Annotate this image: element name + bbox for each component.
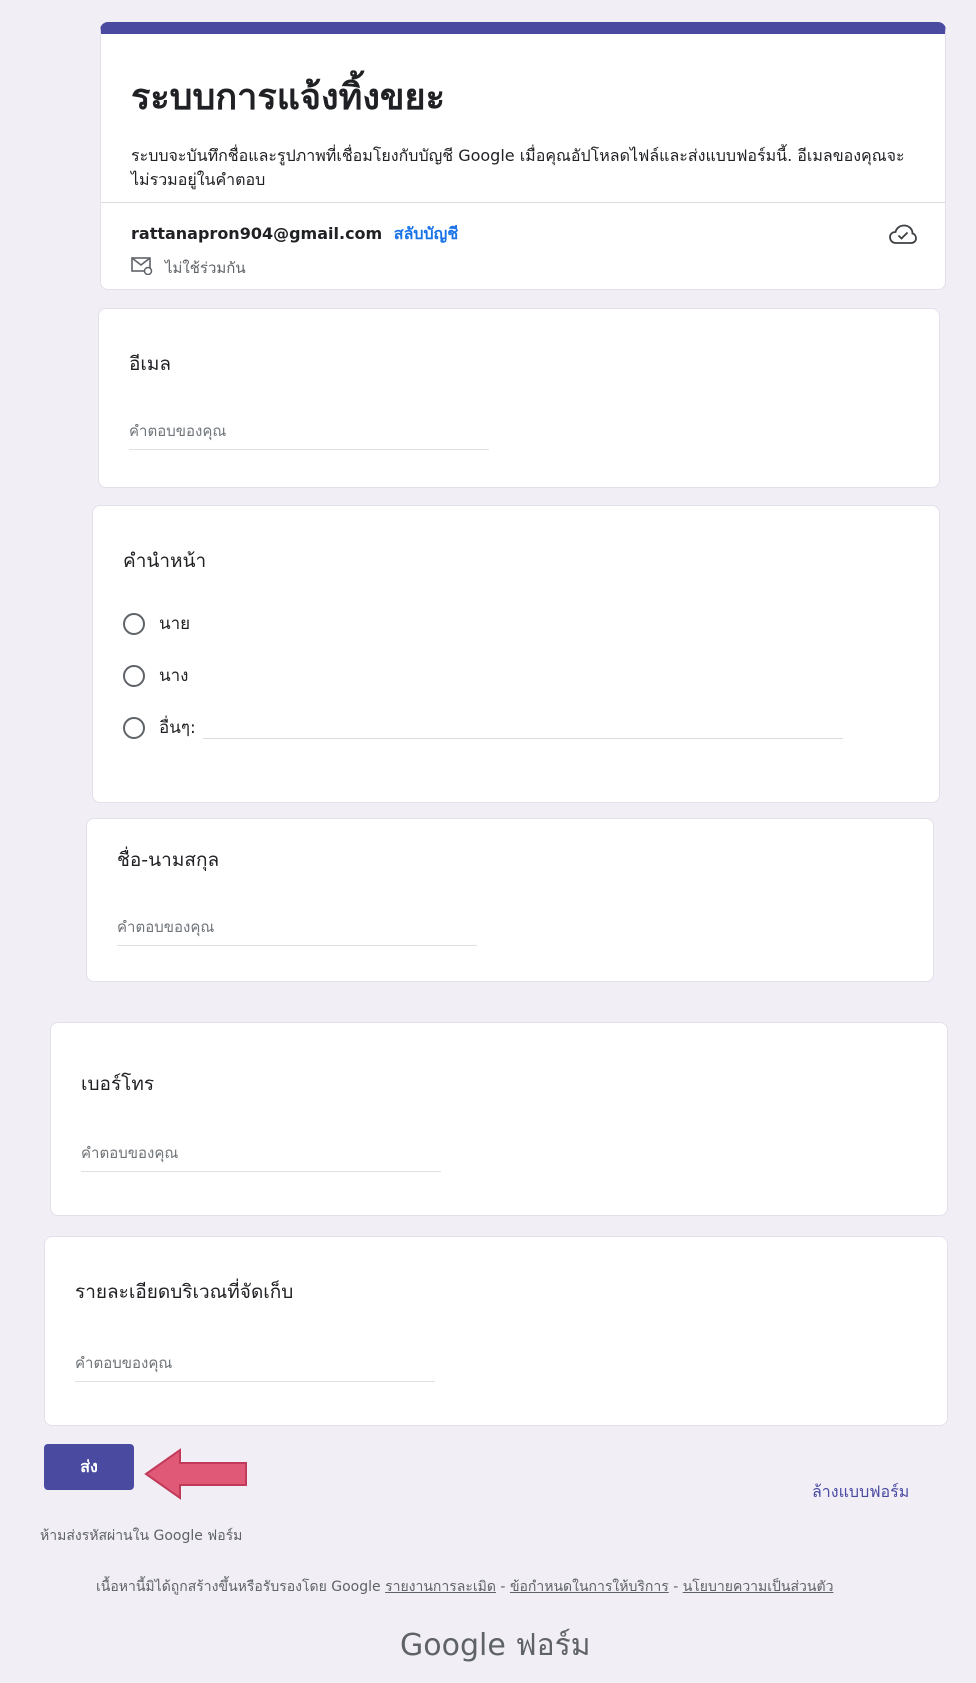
question-email-title: อีเมล [129, 353, 172, 375]
switch-account-link[interactable]: สลับบัญชี [394, 224, 458, 243]
disclaimer-text: เนื้อหานี้มิได้ถูกสร้างขึ้นหรือรับรองโดย… [96, 1579, 381, 1595]
not-shared-label: ไม่ใช้ร่วมกัน [165, 259, 246, 277]
footer-disclaimer: เนื้อหานี้มิได้ถูกสร้างขึ้นหรือรับรองโดย… [96, 1576, 833, 1598]
radio-option-mr[interactable]: นาย [123, 610, 190, 637]
email-input[interactable]: คำตอบของคุณ [129, 419, 226, 443]
radio-button[interactable] [123, 716, 145, 739]
question-fullname-title: ชื่อ-นามสกุล [117, 849, 220, 871]
phone-input[interactable]: คำตอบของคุณ [81, 1141, 178, 1165]
no-password-notice: ห้ามส่งรหัสผ่านใน Google ฟอร์ม [40, 1528, 243, 1544]
phone-input-underline [81, 1171, 441, 1172]
clear-form-link[interactable]: ล้างแบบฟอร์ม [812, 1480, 909, 1505]
form-title: ระบบการแจ้งทิ้งขยะ [131, 77, 445, 118]
question-phone-title: เบอร์โทร [81, 1073, 155, 1095]
question-email-card: อีเมล คำตอบของคุณ [98, 308, 940, 488]
other-text-input[interactable] [203, 738, 843, 739]
footer-separator: - [668, 1579, 683, 1595]
question-phone-card: เบอร์โทร คำตอบของคุณ [50, 1022, 948, 1216]
question-location-card: รายละเอียดบริเวณที่จัดเก็บ คำตอบของคุณ [44, 1236, 948, 1426]
account-row: rattanapron904@gmail.com สลับบัญชี [131, 222, 458, 247]
cloud-saved-icon [889, 224, 917, 250]
radio-option-mrs[interactable]: นาง [123, 662, 188, 689]
radio-option-label: นาย [159, 614, 191, 634]
email-input-underline [129, 449, 489, 450]
radio-button[interactable] [123, 664, 145, 687]
header-divider [101, 202, 945, 203]
form-description: ระบบจะบันทึกชื่อและรูปภาพที่เชื่อมโยงกับ… [131, 146, 905, 189]
fullname-input-underline [117, 945, 477, 946]
radio-option-other[interactable]: อื่นๆ: [123, 714, 196, 741]
question-prefix-card: คำนำหน้า นาย นาง อื่นๆ: [92, 505, 940, 803]
not-shared-row: ไม่ใช้ร่วมกัน [131, 256, 246, 280]
location-input[interactable]: คำตอบของคุณ [75, 1351, 172, 1375]
footer-separator: - [495, 1579, 510, 1595]
question-fullname-card: ชื่อ-นามสกุล คำตอบของคุณ [86, 818, 934, 982]
submit-button[interactable]: ส่ง [44, 1444, 134, 1490]
fullname-input[interactable]: คำตอบของคุณ [117, 915, 214, 939]
privacy-link[interactable]: นโยบายความเป็นส่วนตัว [683, 1579, 834, 1595]
location-input-underline [75, 1381, 435, 1382]
mail-not-shared-icon [131, 257, 153, 279]
arrow-pointer-icon [142, 1446, 252, 1506]
question-prefix-title: คำนำหน้า [123, 550, 207, 572]
google-forms-logo: Google ฟอร์ม [400, 1628, 591, 1663]
report-abuse-link[interactable]: รายงานการละเมิด [385, 1579, 496, 1595]
radio-button[interactable] [123, 612, 145, 635]
question-location-title: รายละเอียดบริเวณที่จัดเก็บ [75, 1281, 294, 1303]
terms-link[interactable]: ข้อกำหนดในการให้บริการ [510, 1579, 669, 1595]
account-email: rattanapron904@gmail.com [131, 224, 383, 243]
radio-option-label: นาง [159, 666, 189, 686]
radio-option-label: อื่นๆ: [159, 718, 196, 738]
form-header-card: ระบบการแจ้งทิ้งขยะ ระบบจะบันทึกชื่อและรู… [100, 22, 946, 290]
